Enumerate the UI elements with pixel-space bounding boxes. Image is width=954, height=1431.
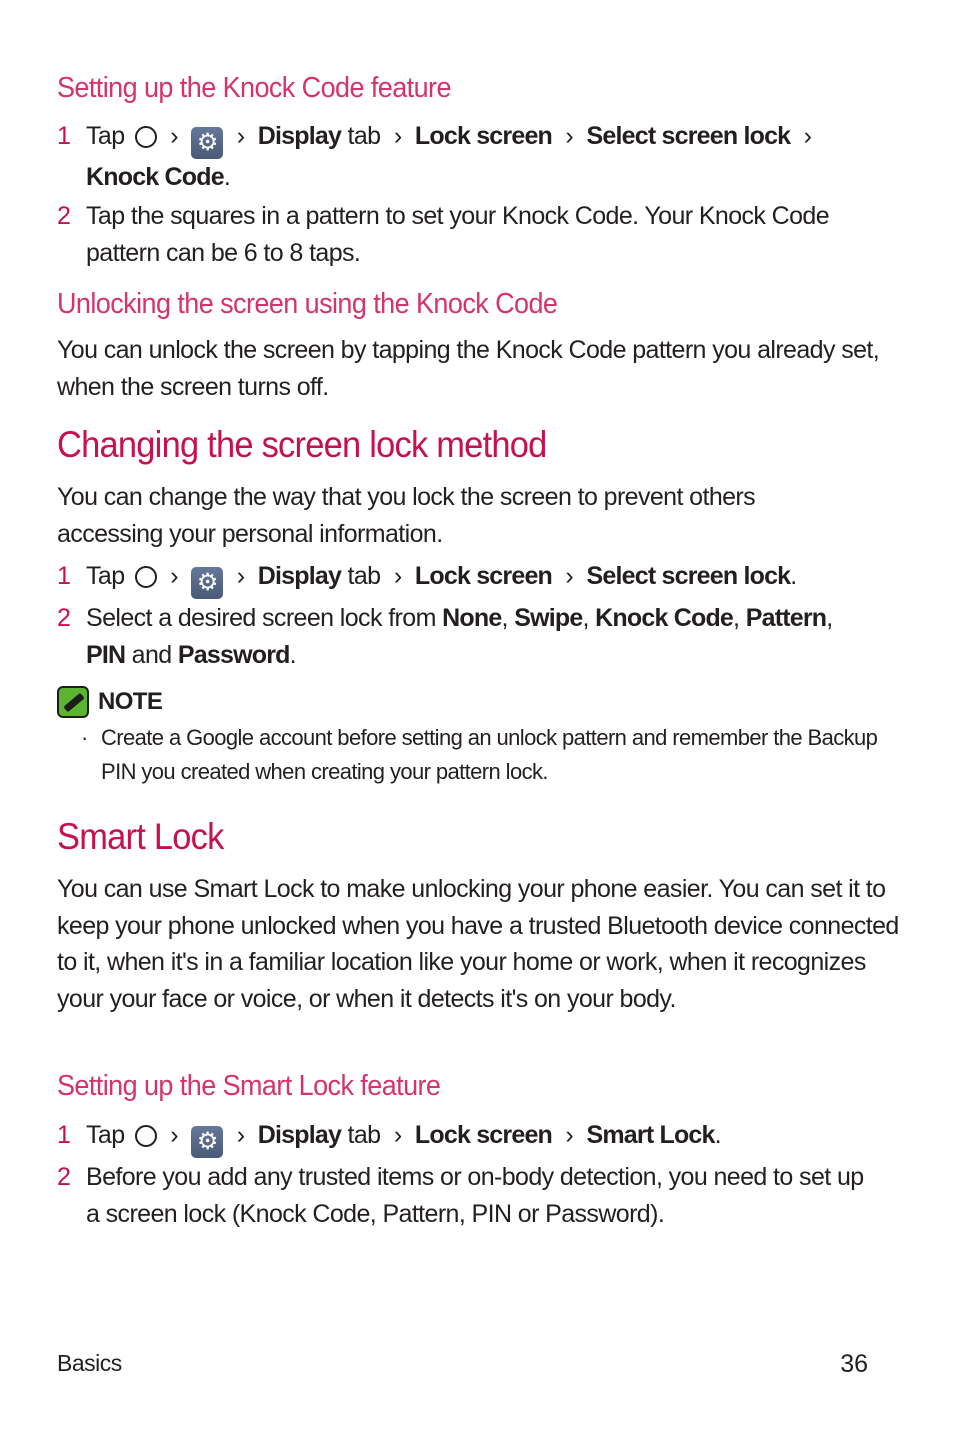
option-none: None xyxy=(442,604,502,632)
note-pencil-icon xyxy=(57,686,89,718)
note-item: · Create a Google account before setting… xyxy=(81,721,901,788)
chevron-right-icon: › xyxy=(803,122,812,150)
chevron-right-icon: › xyxy=(170,562,178,590)
chevron-right-icon: › xyxy=(565,1121,574,1149)
home-circle-icon xyxy=(134,1125,157,1147)
menu-path-display: Display xyxy=(257,1121,342,1149)
step-number: 2 xyxy=(57,202,71,230)
chevron-right-icon: › xyxy=(393,122,402,150)
settings-gear-icon: ⚙ xyxy=(191,567,224,599)
menu-path-select-screen-lock: Select screen lock xyxy=(586,122,791,150)
note-label: NOTE xyxy=(98,688,163,715)
step-knock-setup-1: 1 Tap › ⚙ › Display tab › Lock screen › … xyxy=(57,118,907,196)
step-change-method-1: 1 Tap › ⚙ › Display tab › Lock screen › … xyxy=(57,558,907,599)
bullet-icon: · xyxy=(81,725,88,750)
chevron-right-icon: › xyxy=(170,122,178,150)
step-smart-setup-1: 1 Tap › ⚙ › Display tab › Lock screen › … xyxy=(57,1117,907,1158)
chevron-right-icon: › xyxy=(236,122,245,150)
punctuation: . xyxy=(790,562,797,590)
home-circle-icon xyxy=(134,566,157,588)
subheading-knock-setup: Setting up the Knock Code feature xyxy=(57,72,451,104)
punctuation: , xyxy=(733,604,740,632)
chevron-right-icon: › xyxy=(170,1121,178,1149)
settings-gear-icon: ⚙ xyxy=(191,127,224,159)
menu-path-select-screen-lock: Select screen lock xyxy=(586,562,791,590)
step-text: Tap xyxy=(86,1121,125,1149)
punctuation: . xyxy=(289,640,297,669)
paragraph-knock-unlock: You can unlock the screen by tapping the… xyxy=(57,336,880,401)
step-text: tab xyxy=(347,122,381,150)
punctuation: , xyxy=(582,604,589,632)
note-text: Create a Google account before setting a… xyxy=(101,725,878,784)
chevron-right-icon: › xyxy=(565,562,574,590)
menu-path-display: Display xyxy=(257,562,342,590)
punctuation: , xyxy=(826,604,833,632)
chevron-right-icon: › xyxy=(236,562,245,590)
chevron-right-icon: › xyxy=(393,562,402,590)
menu-path-lock-screen: Lock screen xyxy=(414,562,553,590)
subheading-smart-setup: Setting up the Smart Lock feature xyxy=(57,1070,441,1102)
step-number: 1 xyxy=(57,1121,71,1149)
step-smart-setup-2: 2 Before you add any trusted items or on… xyxy=(57,1159,907,1232)
step-text: Before you add any trusted items or on-b… xyxy=(86,1163,864,1228)
menu-path-knock-code: Knock Code xyxy=(86,163,225,191)
step-number: 1 xyxy=(57,562,71,590)
settings-gear-icon: ⚙ xyxy=(191,1126,224,1158)
paragraph-smart-lock: You can use Smart Lock to make unlocking… xyxy=(57,875,899,1013)
step-text: and xyxy=(131,640,173,669)
step-number: 2 xyxy=(57,1163,71,1191)
option-pin: PIN xyxy=(86,640,126,669)
step-text: Tap the squares in a pattern to set your… xyxy=(86,202,830,267)
heading-smart-lock: Smart Lock xyxy=(57,816,224,857)
heading-change-lock-method: Changing the screen lock method xyxy=(57,424,547,465)
punctuation: . xyxy=(223,163,231,191)
chevron-right-icon: › xyxy=(236,1121,245,1149)
option-swipe: Swipe xyxy=(514,604,583,632)
chevron-right-icon: › xyxy=(393,1121,402,1149)
step-text: tab xyxy=(347,1121,381,1149)
option-password: Password xyxy=(177,640,291,669)
step-knock-setup-2: 2 Tap the squares in a pattern to set yo… xyxy=(57,198,907,271)
punctuation: , xyxy=(501,604,508,632)
step-change-method-2: 2 Select a desired screen lock from None… xyxy=(57,600,907,673)
step-text: Select a desired screen lock from xyxy=(86,604,436,632)
menu-path-lock-screen: Lock screen xyxy=(414,1121,553,1149)
menu-path-lock-screen: Lock screen xyxy=(414,122,553,150)
page-number: 36 xyxy=(840,1350,868,1378)
menu-path-display: Display xyxy=(257,122,342,150)
footer-section-name: Basics xyxy=(57,1350,122,1376)
subheading-knock-unlock: Unlocking the screen using the Knock Cod… xyxy=(57,288,558,320)
option-pattern: Pattern xyxy=(745,604,827,632)
step-number: 2 xyxy=(57,604,71,632)
paragraph-change-lock-method: You can change the way that you lock the… xyxy=(57,483,756,548)
step-number: 1 xyxy=(57,122,71,150)
punctuation: . xyxy=(714,1121,722,1149)
chevron-right-icon: › xyxy=(565,122,574,150)
option-knock-code: Knock Code xyxy=(595,604,734,632)
step-text: tab xyxy=(347,562,381,590)
step-text: Tap xyxy=(86,562,125,590)
note-header: NOTE xyxy=(57,686,163,718)
menu-path-smart-lock: Smart Lock xyxy=(586,1121,715,1149)
home-circle-icon xyxy=(134,126,157,148)
step-text: Tap xyxy=(86,122,125,150)
